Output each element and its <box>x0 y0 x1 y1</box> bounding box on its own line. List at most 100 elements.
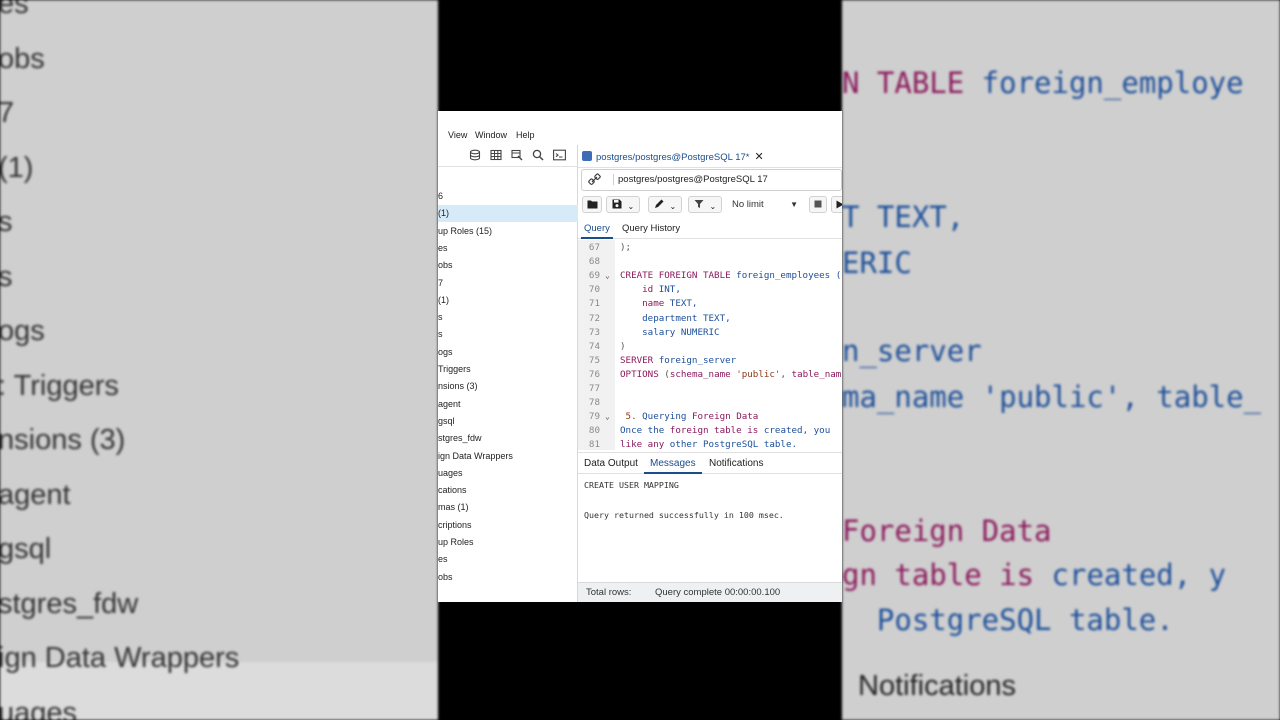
row-limit-select[interactable]: No limit ▼ <box>726 196 804 213</box>
tab-data-output[interactable]: Data Output <box>584 458 638 469</box>
line-number: 81 <box>588 439 600 450</box>
open-file-icon[interactable] <box>582 196 602 213</box>
line-number: 77 <box>588 383 600 394</box>
tree-item[interactable]: (1) <box>438 292 578 309</box>
background-code-text: n_server <box>842 334 982 368</box>
total-rows-label: Total rows: <box>586 587 632 598</box>
tab-messages[interactable]: Messages <box>650 458 696 469</box>
filter-button[interactable]: ⌄ <box>688 196 722 213</box>
menu-window[interactable]: Window <box>475 130 507 140</box>
tree-item[interactable]: gsql <box>438 413 578 430</box>
background-tree-item: ogs <box>0 315 45 347</box>
background-tree-item: gsql <box>0 533 52 565</box>
tab-query[interactable]: Query <box>584 223 610 234</box>
query-complete-status: Query complete 00:00:00.100 <box>655 587 781 598</box>
psql-tool-icon[interactable] <box>552 149 566 163</box>
code-token: salary NUMERIC <box>620 326 720 338</box>
menu-view[interactable]: View <box>448 130 467 140</box>
background-notifications-label: Notifications <box>858 670 1016 702</box>
background-tree-item: obs <box>0 42 45 75</box>
code-token: ) <box>620 340 626 352</box>
background-code-text: PostgreSQL table. <box>842 603 1174 637</box>
view-data-icon[interactable] <box>510 149 524 163</box>
background-tree-item: s <box>0 260 13 293</box>
fold-chevron-icon[interactable]: ⌄ <box>605 412 610 421</box>
code-token: Once the <box>620 425 670 437</box>
code-token: SERVER <box>620 354 654 366</box>
object-browser: 6 (1) up Roles (15) es obs 7 (1) s s ogs Triggers n… <box>438 145 578 602</box>
tree-item[interactable]: stgres_fdw <box>438 430 578 447</box>
line-number: 75 <box>588 354 600 366</box>
tab-notifications[interactable]: Notifications <box>709 458 763 469</box>
connection-bar[interactable]: postgres/postgres@PostgreSQL 17 <box>581 169 842 191</box>
table-icon[interactable] <box>489 149 503 163</box>
background-code-line: ERIC <box>842 246 912 280</box>
fold-chevron-icon[interactable]: ⌄ <box>605 271 610 280</box>
code-token: Foreign Data <box>691 411 759 423</box>
query-tool-tab[interactable]: postgres/postgres@PostgreSQL 17* ✕ <box>582 148 764 166</box>
tree-item[interactable]: up Roles (15) <box>438 223 578 240</box>
editor-subtabs: Query Query History <box>578 219 842 239</box>
row-limit-value: No limit <box>732 199 764 210</box>
tree-item[interactable]: criptions <box>438 517 578 534</box>
tree-item[interactable]: cations <box>438 482 578 499</box>
close-icon[interactable]: ✕ <box>754 151 763 163</box>
code-token: 'public' <box>730 368 781 380</box>
tree-item[interactable]: mas (1) <box>438 499 578 516</box>
background-code-line: ma_name 'public', table_ <box>842 380 1261 414</box>
tree-item[interactable]: 7 <box>438 275 578 292</box>
tree-item[interactable]: nsions (3) <box>438 378 578 395</box>
background-code-text: ERIC <box>842 246 912 280</box>
tree-item[interactable]: es <box>438 240 578 257</box>
tab-query-history[interactable]: Query History <box>622 223 680 234</box>
execute-icon[interactable] <box>831 196 842 213</box>
edit-button[interactable]: ⌄ <box>648 196 682 213</box>
sql-editor[interactable]: 67); 68 69 ⌄ CREATE FOREIGN TABLE foreign_em… <box>578 240 842 450</box>
tree-item[interactable]: up Roles <box>438 534 578 551</box>
database-icon[interactable] <box>468 149 482 163</box>
code-token: name <box>620 298 665 310</box>
tree-item[interactable]: obs <box>438 257 578 274</box>
line-number: 68 <box>588 256 600 268</box>
background-tree-item: nsions (3) <box>0 424 126 456</box>
background-code-text: ma_name 'public', table_ <box>842 380 1262 414</box>
tree-item[interactable]: obs <box>438 569 578 586</box>
stop-icon[interactable] <box>809 196 827 213</box>
line-number: 76 <box>588 368 600 380</box>
tree-item[interactable]: 6 <box>438 188 578 205</box>
tree-item[interactable]: es <box>438 551 578 568</box>
code-token: CREATE FOREIGN TABLE <box>620 270 731 282</box>
tree-item[interactable]: Triggers <box>438 361 578 378</box>
code-token: id <box>620 284 654 296</box>
background-tree-item: : Triggers <box>0 369 119 402</box>
code-token: other PostgreSQL table. <box>664 439 798 450</box>
background-left-zoom: es obs 7 (1) s s ogs: Triggers nsions (3) agent g… <box>0 0 438 720</box>
tree-item[interactable]: uages <box>438 465 578 482</box>
tree-item[interactable]: s <box>438 326 578 343</box>
output-tabs: Data Output Messages Notifications <box>578 452 842 474</box>
tree-item[interactable]: agent <box>438 396 578 413</box>
background-code-text: created, y <box>1034 558 1227 592</box>
background-tree-item: agent <box>0 478 71 511</box>
tree-item[interactable]: s <box>438 309 578 326</box>
line-number: 71 <box>588 298 600 310</box>
tree-item[interactable]: ign Data Wrappers <box>438 448 578 465</box>
background-code-keyword: gn table is <box>842 558 1035 592</box>
line-number: 69 <box>588 270 600 282</box>
background-code-keyword: N TABLE <box>842 66 965 100</box>
status-bar: Total rows: Query complete 00:00:00.100 <box>578 582 842 602</box>
connection-status-icon[interactable] <box>588 173 601 189</box>
query-toolbar: ⌄ ⌄ ⌄ No limit ▼ <box>578 193 842 217</box>
search-icon[interactable] <box>531 149 545 163</box>
save-file-button[interactable]: ⌄ <box>606 196 640 213</box>
tree-item[interactable]: ogs <box>438 344 578 361</box>
pgadmin-window: View Window Help 6 (1) up Roles (15) es obs 7… <box>438 111 842 602</box>
background-code-line: T TEXT, <box>842 200 964 234</box>
background-tree-item: es <box>0 0 29 20</box>
code-token: OPTIONS <box>620 368 659 380</box>
code-line: salary NUMERIC <box>620 326 720 338</box>
menu-help[interactable]: Help <box>516 130 535 140</box>
tree-item[interactable]: (1) <box>438 205 578 223</box>
background-tree-item: s <box>0 206 13 238</box>
code-token: foreign table is <box>669 425 759 437</box>
